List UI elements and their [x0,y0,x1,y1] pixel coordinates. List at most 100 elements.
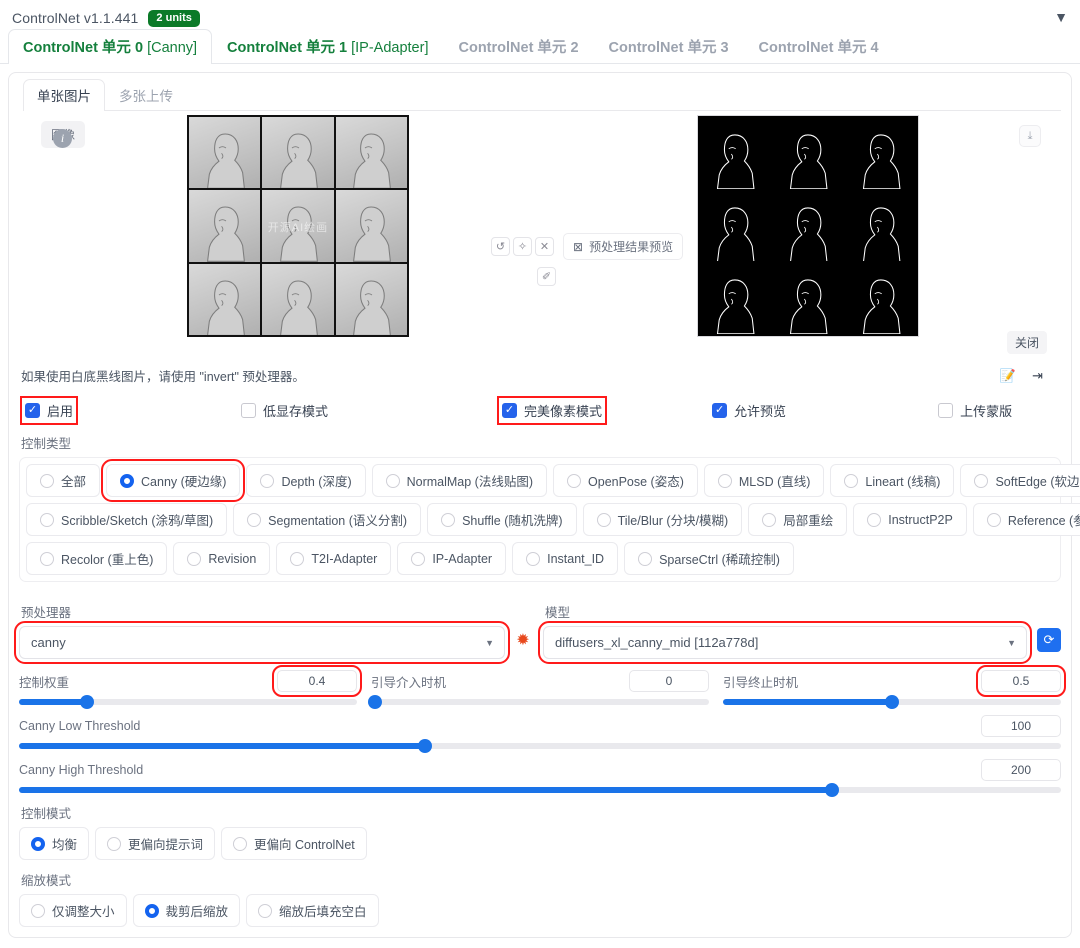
tab-unit-0[interactable]: ControlNet 单元 0 [Canny] [8,29,212,64]
canny-low-knob[interactable] [418,739,432,753]
source-image[interactable]: 开源AI绘画 [187,115,409,337]
resize-mode-just-resize[interactable]: 仅调整大小 [19,894,127,927]
radio-icon[interactable] [597,513,611,527]
model-select[interactable]: diffusers_xl_canny_mid [112a778d] ▼ [543,626,1027,659]
control-type-normalmap[interactable]: NormalMap (法线贴图) [372,464,547,497]
radio-icon[interactable] [867,513,881,527]
control-type-segmentation[interactable]: Segmentation (语义分割) [233,503,421,536]
radio-icon[interactable] [526,552,540,566]
control-type-ip-adapter[interactable]: IP-Adapter [397,542,506,575]
erase-icon[interactable]: ✧ [513,237,532,256]
radio-icon[interactable] [145,904,159,918]
control-type-recolor[interactable]: Recolor (重上色) [26,542,167,575]
control-type-reference[interactable]: Reference (参考) [973,503,1080,536]
control-type-all[interactable]: 全部 [26,464,100,497]
guidance-end-value[interactable]: 0.5 [981,670,1061,692]
download-icon[interactable]: ⤓ [1019,125,1041,147]
control-weight-value[interactable]: 0.4 [277,670,357,692]
radio-icon[interactable] [411,552,425,566]
radio-icon[interactable] [441,513,455,527]
control-mode-controlnet[interactable]: 更偏向 ControlNet [221,827,367,860]
enable-checkbox-box[interactable] [25,403,40,418]
tab-unit-3[interactable]: ControlNet 单元 3 [594,29,744,64]
send-to-icon[interactable]: ⇥ [1032,369,1043,382]
control-type-instructp2p[interactable]: InstructP2P [853,503,967,536]
resize-mode-crop-and-resize[interactable]: 裁剪后缩放 [133,894,241,927]
guidance-start-knob[interactable] [368,695,382,709]
control-type-revision[interactable]: Revision [173,542,270,575]
checkbox-pixel-perfect[interactable]: 完美像素模式 [502,401,602,420]
preprocess-preview-button[interactable]: ⊠ 预处理结果预览 [563,233,683,260]
run-preprocessor-icon[interactable]: ✹ [510,630,536,650]
pixel-perfect-checkbox-box[interactable] [502,403,517,418]
radio-icon[interactable] [40,513,54,527]
control-weight-track[interactable] [19,699,357,705]
control-type-tile-blur[interactable]: Tile/Blur (分块/模糊) [583,503,743,536]
preprocessor-select[interactable]: canny ▼ [19,626,505,659]
brush-icon[interactable]: ✐ [537,267,556,286]
control-type-sparsectrl[interactable]: SparseCtrl (稀疏控制) [624,542,794,575]
control-mode-prompt[interactable]: 更偏向提示词 [95,827,215,860]
radio-icon[interactable] [247,513,261,527]
radio-icon[interactable] [187,552,201,566]
canny-low-track[interactable] [19,743,1061,749]
radio-icon[interactable] [120,474,134,488]
control-type-canny[interactable]: Canny (硬边缘) [106,464,240,497]
allow-preview-checkbox-box[interactable] [712,403,727,418]
radio-icon[interactable] [638,552,652,566]
radio-icon[interactable] [31,837,45,851]
tab-unit-2[interactable]: ControlNet 单元 2 [443,29,593,64]
radio-icon[interactable] [258,904,272,918]
control-type-scribble[interactable]: Scribble/Sketch (涂鸦/草图) [26,503,227,536]
edit-icon[interactable]: 📝 [1000,369,1016,382]
radio-icon[interactable] [31,904,45,918]
control-type-mlsd[interactable]: MLSD (直线) [704,464,825,497]
radio-icon[interactable] [844,474,858,488]
canny-high-knob[interactable] [825,783,839,797]
close-preview-button[interactable]: 关闭 [1007,331,1047,354]
control-type-t2i-adapter[interactable]: T2I-Adapter [276,542,391,575]
tab-batch-upload[interactable]: 多张上传 [105,79,187,111]
control-type-openpose[interactable]: OpenPose (姿态) [553,464,698,497]
checkbox-allow-preview[interactable]: 允许预览 [712,401,786,420]
control-type-depth[interactable]: Depth (深度) [246,464,365,497]
radio-icon[interactable] [386,474,400,488]
radio-icon[interactable] [290,552,304,566]
refresh-models-button[interactable]: ⟳ [1037,628,1061,652]
radio-icon[interactable] [718,474,732,488]
radio-icon[interactable] [233,837,247,851]
canny-high-value[interactable]: 200 [981,759,1061,781]
preprocess-result-image[interactable] [697,115,919,337]
collapse-panel-icon[interactable]: ▼ [1054,10,1068,24]
radio-icon[interactable] [974,474,988,488]
remove-icon[interactable]: ✕ [535,237,554,256]
radio-icon[interactable] [107,837,121,851]
upload-mask-checkbox-box[interactable] [938,403,953,418]
tab-unit-1[interactable]: ControlNet 单元 1 [IP-Adapter] [212,29,443,64]
canny-low-value[interactable]: 100 [981,715,1061,737]
radio-icon[interactable] [40,474,54,488]
guidance-start-value[interactable]: 0 [629,670,709,692]
radio-icon[interactable] [40,552,54,566]
radio-icon[interactable] [762,513,776,527]
control-type-softedge[interactable]: SoftEdge (软边缘) [960,464,1080,497]
checkbox-low-vram[interactable]: 低显存模式 [241,401,328,420]
canny-high-track[interactable] [19,787,1061,793]
checkbox-enable[interactable]: 启用 [25,401,73,420]
control-type-inpaint[interactable]: 局部重绘 [748,503,847,536]
radio-icon[interactable] [260,474,274,488]
control-type-shuffle[interactable]: Shuffle (随机洗牌) [427,503,577,536]
control-type-instant-id[interactable]: Instant_ID [512,542,618,575]
undo-icon[interactable]: ↺ [491,237,510,256]
control-weight-knob[interactable] [80,695,94,709]
checkbox-upload-mask[interactable]: 上传蒙版 [938,401,1012,420]
resize-mode-resize-and-fill[interactable]: 缩放后填充空白 [246,894,379,927]
tab-unit-4[interactable]: ControlNet 单元 4 [744,29,894,64]
radio-icon[interactable] [567,474,581,488]
guidance-start-track[interactable] [371,699,709,705]
radio-icon[interactable] [987,513,1001,527]
guidance-end-knob[interactable] [885,695,899,709]
low-vram-checkbox-box[interactable] [241,403,256,418]
guidance-end-track[interactable] [723,699,1061,705]
info-icon[interactable]: i [53,129,72,148]
